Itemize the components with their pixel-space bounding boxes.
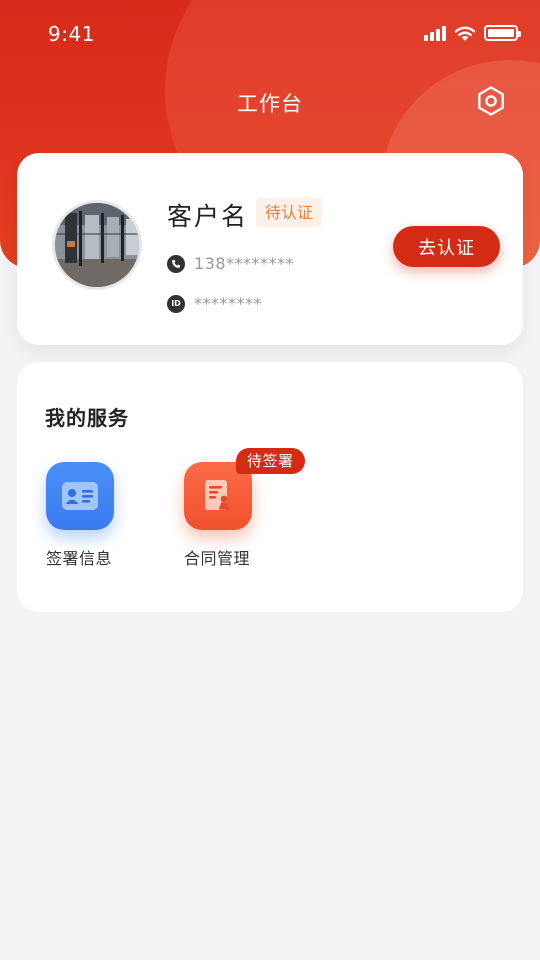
battery-icon <box>484 25 521 41</box>
id-card-icon <box>62 482 98 510</box>
service-label: 合同管理 <box>184 549 251 568</box>
verify-button[interactable]: 去认证 <box>393 226 500 267</box>
services-card: 我的服务 签署信息 合同管理 待签署 <box>17 362 523 612</box>
wifi-icon <box>454 26 476 41</box>
workbench-screen: 9:41 工作台 客户名 待认证 138******** ID ********… <box>0 0 540 960</box>
signal-icon <box>424 25 446 41</box>
gear-icon <box>478 86 504 116</box>
avatar[interactable] <box>52 200 142 290</box>
verification-status-badge: 待认证 <box>256 198 323 227</box>
signing-info-tile <box>46 462 114 530</box>
office-photo <box>55 203 139 287</box>
service-contract-management[interactable]: 合同管理 <box>184 462 274 569</box>
contract-icon <box>205 480 229 510</box>
status-icons <box>424 22 521 44</box>
service-label: 签署信息 <box>46 549 113 568</box>
services-title: 我的服务 <box>45 406 129 430</box>
service-signing-info[interactable]: 签署信息 <box>46 462 136 569</box>
phone-row: 138******** <box>167 254 294 273</box>
id-row: ID ******** <box>167 294 262 313</box>
settings-button[interactable] <box>475 85 507 117</box>
page-title: 工作台 <box>237 92 303 116</box>
profile-card: 客户名 待认证 138******** ID ******** 去认证 <box>17 153 523 345</box>
id-icon: ID <box>167 294 185 313</box>
phone-number: 138******** <box>194 254 295 273</box>
customer-name: 客户名 <box>167 202 249 231</box>
phone-icon <box>167 254 185 273</box>
id-number: ******** <box>194 294 262 313</box>
pending-sign-badge: 待签署 <box>236 448 305 474</box>
status-time: 9:41 <box>48 22 95 46</box>
